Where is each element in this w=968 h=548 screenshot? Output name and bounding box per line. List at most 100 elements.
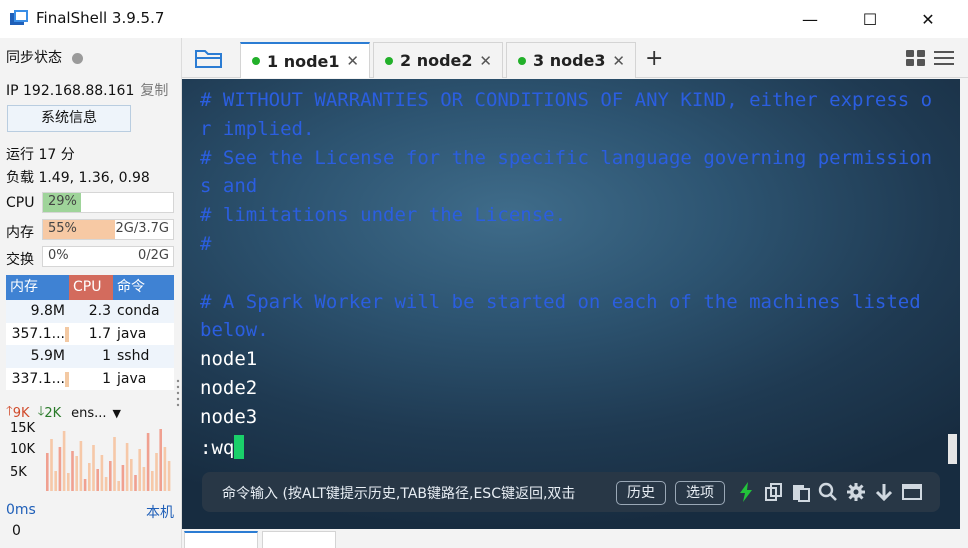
interface-dropdown-icon[interactable]: ▼	[113, 407, 121, 420]
splitter-grip-icon[interactable]	[176, 378, 180, 408]
ip-address: IP 192.168.88.161	[6, 83, 135, 99]
swap-percent: 0%	[48, 248, 69, 263]
process-mem-value: 357.1...	[11, 325, 65, 342]
process-row[interactable]: 337.1... 1 java	[6, 368, 174, 391]
process-cmd: java	[117, 325, 147, 342]
network-bar	[138, 449, 141, 491]
swap-meter: 0% 0/2G	[42, 246, 174, 267]
maximize-icon: ☐	[862, 9, 878, 29]
network-bar	[146, 433, 150, 491]
terminal-line: r implied.	[200, 117, 315, 140]
process-table-header: 内存 CPU 命令	[6, 275, 174, 300]
minimize-icon: —	[802, 9, 818, 29]
new-tab-plus-icon[interactable]: +	[645, 46, 663, 71]
bottom-panel-tabs	[182, 529, 968, 548]
swap-label: 交换	[6, 252, 34, 268]
system-info-button[interactable]: 系统信息	[7, 105, 131, 132]
process-rows: 9.8M 2.3 conda 357.1... 1.7 java 5.9M 1 …	[6, 300, 174, 390]
terminal-line: node1	[200, 348, 258, 371]
tab-label: 3 node3	[533, 51, 606, 70]
minimize-button[interactable]: —	[787, 0, 833, 38]
bottom-tab-active[interactable]	[184, 531, 258, 548]
tab-node1[interactable]: 1 node1 ✕	[240, 42, 370, 78]
network-bar	[96, 469, 99, 491]
network-bar	[121, 465, 125, 491]
tab-close-icon[interactable]: ✕	[346, 52, 359, 70]
network-bar	[130, 459, 133, 491]
lightning-icon[interactable]	[736, 482, 756, 502]
net-tick-5k: 5K	[10, 465, 27, 480]
process-mem: 337.1...	[6, 368, 69, 391]
latency-host[interactable]: 本机	[146, 502, 174, 522]
options-button[interactable]: 选项	[675, 481, 725, 505]
mem-percent: 55%	[48, 221, 77, 236]
folder-icon[interactable]	[194, 46, 224, 70]
process-row[interactable]: 9.8M 2.3 conda	[6, 300, 174, 323]
net-tick-15k: 15K	[10, 421, 36, 436]
command-input[interactable]: 命令输入 (按ALT键提示历史,TAB键路径,ESC键返回,双击	[222, 483, 614, 503]
terminal-line: # See the License for the specific langu…	[200, 146, 933, 169]
copy-ip-link[interactable]: 复制	[140, 83, 168, 99]
process-cmd: java	[117, 370, 147, 387]
load-average: 负载 1.49, 1.36, 0.98	[6, 170, 150, 186]
tab-close-icon[interactable]: ✕	[479, 52, 492, 70]
terminal-scrollbar-thumb[interactable]	[948, 434, 957, 464]
network-bar	[92, 445, 95, 491]
network-bar	[134, 475, 137, 491]
network-bar	[50, 439, 53, 491]
vim-command-line: :wq	[200, 434, 245, 459]
tab-close-icon[interactable]: ✕	[612, 52, 625, 70]
mem-usage-bar	[65, 371, 69, 387]
col-header-cpu[interactable]: CPU	[69, 275, 113, 300]
paste-icon[interactable]	[791, 482, 811, 502]
gear-icon[interactable]	[846, 482, 866, 502]
mem-meter: 55% 2G/3.7G	[42, 219, 174, 240]
process-row[interactable]: 5.9M 1 sshd	[6, 345, 174, 368]
connected-dot-icon	[385, 56, 393, 65]
close-button[interactable]: ✕	[905, 0, 951, 38]
right-gutter	[960, 79, 968, 529]
tab-node2[interactable]: 2 node2 ✕	[373, 42, 503, 78]
network-bar	[167, 461, 171, 491]
ip-row: IP 192.168.88.161 复制	[6, 80, 168, 100]
col-header-mem[interactable]: 内存	[6, 275, 69, 300]
terminal-line: below.	[200, 319, 269, 342]
tab-node3[interactable]: 3 node3 ✕	[506, 42, 636, 78]
maximize-panel-icon[interactable]	[902, 482, 922, 502]
network-bar	[125, 443, 129, 491]
finalshell-window: FinalShell 3.9.5.7 — ☐ ✕ 同步状态 IP 192.168…	[0, 0, 968, 548]
network-bar	[142, 467, 146, 491]
app-logo-icon	[10, 10, 28, 25]
maximize-button[interactable]: ☐	[847, 0, 893, 38]
network-bar	[100, 455, 104, 491]
cpu-label: CPU	[6, 195, 35, 211]
net-tick-10k: 10K	[10, 442, 36, 457]
col-header-cmd[interactable]: 命令	[113, 275, 174, 300]
cpu-meter: 29%	[42, 192, 174, 213]
process-cpu: 1.7	[88, 325, 111, 342]
network-interface[interactable]: ens...	[71, 406, 106, 421]
window-title: FinalShell 3.9.5.7	[36, 9, 165, 27]
network-bar	[79, 441, 83, 491]
search-icon[interactable]	[818, 482, 838, 502]
latency-value: 0ms	[6, 502, 36, 518]
bottom-tab[interactable]	[262, 531, 336, 548]
network-bar	[109, 461, 112, 491]
history-button[interactable]: 历史	[616, 481, 666, 505]
download-arrow-icon: 🡓	[37, 404, 45, 419]
terminal-line: node2	[200, 377, 258, 399]
close-icon: ✕	[921, 9, 935, 29]
terminal-area[interactable]: # WITHOUT WARRANTIES OR CONDITIONS OF AN…	[182, 79, 960, 529]
latency-row: 0ms 本机	[6, 502, 174, 521]
cpu-percent: 29%	[48, 194, 77, 209]
hamburger-menu-icon[interactable]	[934, 50, 954, 66]
layout-grid-icon[interactable]	[906, 50, 926, 67]
download-arrow-icon[interactable]	[874, 482, 894, 502]
process-row[interactable]: 357.1... 1.7 java	[6, 323, 174, 346]
sync-status[interactable]: 同步状态	[6, 47, 83, 67]
connected-dot-icon	[252, 57, 260, 65]
process-table: 内存 CPU 命令 9.8M 2.3 conda 357.1... 1.7 ja…	[6, 275, 174, 390]
terminal-line: node3	[200, 405, 258, 428]
copy-icon[interactable]	[764, 482, 784, 502]
tab-label: 2 node2	[400, 51, 473, 70]
